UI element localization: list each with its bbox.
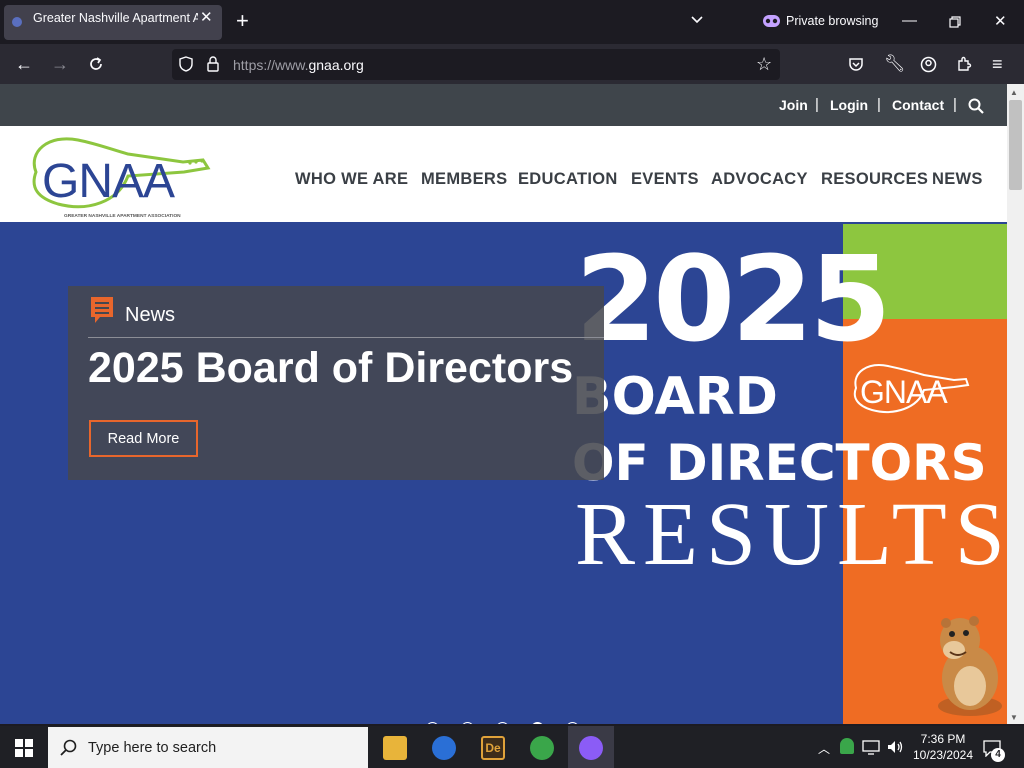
graphic-logo-wordmark: GNAA xyxy=(860,374,948,410)
taskbar-search-icon xyxy=(60,739,77,756)
reload-icon[interactable] xyxy=(88,56,104,72)
join-link[interactable]: Join xyxy=(779,97,808,113)
tab-favicon-icon xyxy=(12,17,22,27)
tab-title[interactable]: Greater Nashville Apartment As xyxy=(33,9,198,27)
contact-link[interactable]: Contact xyxy=(892,97,944,113)
scrollbar-thumb[interactable] xyxy=(1009,100,1022,190)
url-text[interactable]: https://www.gnaa.org xyxy=(233,57,364,73)
taskbar-search-placeholder[interactable]: Type here to search xyxy=(88,740,216,756)
scroll-up-icon[interactable]: ▲ xyxy=(1010,88,1018,97)
people-icon[interactable] xyxy=(840,738,854,754)
slider-dot[interactable] xyxy=(496,722,509,724)
login-link[interactable]: Login xyxy=(830,97,868,113)
tracking-shield-icon[interactable] xyxy=(179,56,193,72)
notification-count-badge: 4 xyxy=(991,748,1005,762)
divider xyxy=(88,337,604,338)
extensions-icon[interactable] xyxy=(956,56,972,72)
firefox-icon[interactable] xyxy=(432,736,456,760)
network-icon[interactable] xyxy=(862,739,880,755)
clock-time: 7:36 PM xyxy=(920,732,966,746)
slider-dot-active[interactable] xyxy=(531,722,544,724)
menu-resources[interactable]: RESOURCES xyxy=(821,170,928,189)
account-icon[interactable] xyxy=(920,56,937,73)
site-search-icon[interactable] xyxy=(968,98,984,114)
site-header: GNAA GREATER NASHVILLE APARTMENT ASSOCIA… xyxy=(0,126,1007,222)
taskbar-clock[interactable]: 7:36 PM 10/23/2024 xyxy=(912,731,974,763)
volume-icon[interactable] xyxy=(886,739,904,755)
separator: | xyxy=(953,96,957,113)
clock-date: 10/23/2024 xyxy=(912,748,974,762)
pocket-icon[interactable] xyxy=(848,56,864,72)
list-tabs-chevron-icon[interactable] xyxy=(690,13,704,27)
menu-members[interactable]: MEMBERS xyxy=(421,170,507,189)
slider-dot[interactable] xyxy=(461,722,474,724)
minimize-icon[interactable]: — xyxy=(902,12,917,29)
gnaa-logo[interactable]: GNAA GREATER NASHVILLE APARTMENT ASSOCIA… xyxy=(18,132,213,220)
separator: | xyxy=(877,96,881,113)
graphic-results: RESULTS xyxy=(575,485,1007,584)
back-icon[interactable]: ← xyxy=(15,54,33,74)
menu-news[interactable]: NEWS xyxy=(932,170,983,189)
separator: | xyxy=(815,96,819,113)
hero-headline[interactable]: 2025 Board of Directors xyxy=(88,344,573,393)
menu-who-we-are[interactable]: WHO WE ARE xyxy=(295,170,408,189)
scroll-down-icon[interactable]: ▼ xyxy=(1010,713,1018,722)
private-browsing-icon xyxy=(763,15,780,27)
menu-hamburger-icon[interactable]: ≡ xyxy=(992,54,1003,74)
firefox-private-icon xyxy=(579,736,603,760)
windows-start-icon[interactable] xyxy=(15,739,33,757)
wrench-icon[interactable]: 🔧︎ xyxy=(884,54,906,74)
restore-icon[interactable] xyxy=(949,16,961,28)
hero-slider: 2025 BOARD GNAA OF DIRECTORS RESULTS New… xyxy=(0,222,1007,724)
read-more-button[interactable]: Read More xyxy=(89,420,198,457)
new-tab-icon[interactable]: + xyxy=(236,10,249,32)
lock-icon[interactable] xyxy=(207,56,219,72)
file-explorer-icon[interactable] xyxy=(383,736,407,760)
bookmark-star-icon[interactable]: ☆ xyxy=(756,54,772,74)
utility-bar: Join | Login | Contact | xyxy=(0,84,1007,126)
graphic-gnaa-logo: GNAA xyxy=(846,360,972,422)
tab-close-icon[interactable]: ✕ xyxy=(200,9,213,27)
page-viewport: Join | Login | Contact | GNAA GREATER NA… xyxy=(0,84,1007,724)
close-window-icon[interactable]: ✕ xyxy=(994,12,1007,30)
private-browsing-label: Private browsing xyxy=(786,14,879,28)
news-article-icon xyxy=(91,297,113,323)
show-hidden-icons-chevron[interactable]: ︿ xyxy=(818,740,830,757)
app-de-icon[interactable]: De xyxy=(481,736,505,760)
menu-education[interactable]: EDUCATION xyxy=(518,170,618,189)
slider-dot[interactable] xyxy=(566,722,579,724)
slider-dot[interactable] xyxy=(426,722,439,724)
logo-tagline: GREATER NASHVILLE APARTMENT ASSOCIATION xyxy=(64,214,181,219)
menu-events[interactable]: EVENTS xyxy=(631,170,699,189)
news-card: News 2025 Board of Directors Read More xyxy=(68,286,604,480)
graphic-year: 2025 xyxy=(575,230,891,368)
graphic-of-directors: OF DIRECTORS xyxy=(572,434,987,492)
messenger-icon[interactable] xyxy=(530,736,554,760)
news-category-label: News xyxy=(125,304,176,326)
hamster-mascot-illustration xyxy=(938,616,1002,716)
forward-icon[interactable]: → xyxy=(51,54,69,74)
logo-wordmark: GNAA xyxy=(42,155,175,208)
menu-advocacy[interactable]: ADVOCACY xyxy=(711,170,808,189)
